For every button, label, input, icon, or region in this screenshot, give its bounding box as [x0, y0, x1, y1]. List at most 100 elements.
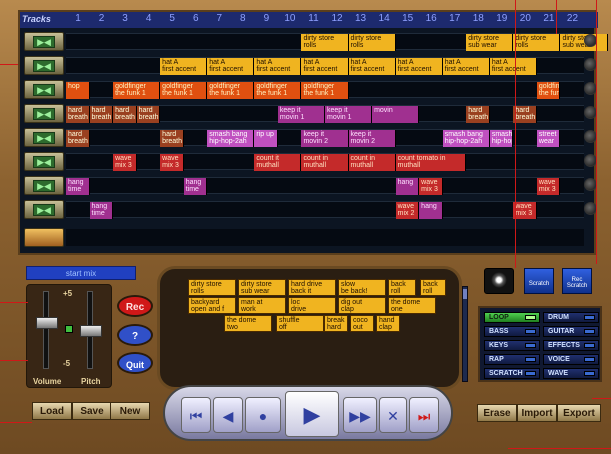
track-clip[interactable]: movin: [372, 106, 420, 123]
help-button[interactable]: ?: [117, 324, 153, 346]
sample-clip[interactable]: hand clap: [376, 315, 400, 332]
quit-button[interactable]: Quit: [117, 352, 153, 374]
track-clip[interactable]: hop: [66, 82, 90, 99]
track-clip[interactable]: smash bang hip-hop-2ah: [207, 130, 255, 147]
track-clip[interactable]: hang time: [183, 178, 208, 195]
track-clip[interactable]: goldfinger the funk 1: [160, 82, 208, 99]
track-clip[interactable]: wave mix 3: [113, 154, 137, 171]
add-track-button[interactable]: [24, 228, 64, 247]
track-clip[interactable]: hard breath: [513, 106, 537, 123]
track-mute-button[interactable]: ▶◀: [24, 104, 64, 123]
track-clip[interactable]: keep it movin 2: [301, 130, 349, 147]
track-clip[interactable]: goldfinger the funk 1: [254, 82, 302, 99]
rewind-button[interactable]: ◀: [213, 397, 243, 433]
track-mute-button[interactable]: ▶◀: [24, 32, 64, 51]
track-clip[interactable]: dirty store rolls: [348, 34, 396, 51]
scratch-button[interactable]: Scratch: [524, 268, 554, 294]
track-clip[interactable]: smash bang hip-hop: [489, 130, 514, 147]
track-clip[interactable]: hard breath: [66, 130, 90, 147]
turntable-icon[interactable]: [484, 268, 514, 294]
genre-button-bass[interactable]: BASS: [484, 326, 540, 337]
track-clip[interactable]: count tomato in muthall: [395, 154, 467, 171]
track-lane[interactable]: hang time hang time hang wave mix 3 wave mix…: [66, 177, 584, 195]
track-clip[interactable]: hard breath: [89, 106, 114, 123]
track-clip[interactable]: hat A first accent: [160, 58, 208, 75]
track-lane[interactable]: hard breath hard breath smash bang hip-hop…: [66, 129, 584, 147]
track-clip[interactable]: goldfinger the funk 1: [207, 82, 255, 99]
track-clip[interactable]: hang time: [66, 178, 90, 195]
track-lane[interactable]: hard breath hard breath hard breath hard br…: [66, 105, 584, 123]
track-clip[interactable]: wave mix 3: [419, 178, 443, 195]
sample-clip[interactable]: loc drive: [288, 297, 336, 314]
genre-button-guitar[interactable]: GUITAR: [543, 326, 599, 337]
track-clip[interactable]: hat A first accent: [442, 58, 490, 75]
sample-browser-scrollbar[interactable]: [462, 286, 468, 382]
stop-button[interactable]: ●: [245, 397, 281, 433]
sample-clip[interactable]: back roll: [420, 279, 446, 296]
pitch-slider-thumb[interactable]: [80, 325, 102, 337]
import-button[interactable]: Import: [517, 404, 557, 422]
genre-button-effects[interactable]: EFFECTS: [543, 340, 599, 351]
track-mute-button[interactable]: ▶◀: [24, 128, 64, 147]
track-mute-button[interactable]: ▶◀: [24, 200, 64, 219]
track-clip[interactable]: hat A first accent: [489, 58, 537, 75]
track-clip[interactable]: wave mix 2: [395, 202, 420, 219]
track-clip[interactable]: wave mix 3: [536, 178, 561, 195]
track-clip[interactable]: count in muthall: [301, 154, 349, 171]
track-clip[interactable]: hat A first accent: [348, 58, 396, 75]
sample-clip[interactable]: backyard open and f: [188, 297, 236, 314]
track-clip[interactable]: rip up: [254, 130, 278, 147]
sample-clip[interactable]: back roll: [388, 279, 416, 296]
track-clip[interactable]: hang: [395, 178, 420, 195]
track-clip[interactable]: count it muthall: [254, 154, 302, 171]
genre-button-rap[interactable]: RAP: [484, 354, 540, 365]
sample-clip[interactable]: man at work: [238, 297, 286, 314]
track-clip[interactable]: hat A first accent: [395, 58, 443, 75]
track-clip[interactable]: hat A first accent: [301, 58, 349, 75]
track-clip[interactable]: hard breath: [113, 106, 137, 123]
track-clip[interactable]: hat A first accent: [254, 58, 302, 75]
genre-button-voice[interactable]: VOICE: [543, 354, 599, 365]
track-clip[interactable]: dirty store rolls: [513, 34, 561, 51]
record-button[interactable]: Rec: [117, 295, 153, 317]
track-clip[interactable]: goldfinger the funk 1: [536, 82, 561, 99]
track-clip[interactable]: count in muthall: [348, 154, 396, 171]
sample-clip[interactable]: the dome one: [388, 297, 436, 314]
sample-clip[interactable]: the dome two: [224, 315, 272, 332]
genre-button-keys[interactable]: KEYS: [484, 340, 540, 351]
track-lane[interactable]: hang time wave mix 2 hang wave mix 3: [66, 201, 584, 219]
track-clip[interactable]: dirty store rolls: [301, 34, 349, 51]
rec-scratch-button[interactable]: Rec Scratch: [562, 268, 592, 294]
track-lane[interactable]: wave mix 3 wave mix 3 count it muthall coun…: [66, 153, 584, 171]
track-clip[interactable]: hang time: [89, 202, 114, 219]
sample-clip[interactable]: break hard: [324, 315, 348, 332]
sample-clip[interactable]: dirty store rolls: [188, 279, 236, 296]
volume-slider-thumb[interactable]: [36, 317, 58, 329]
track-clip[interactable]: wave mix 3: [513, 202, 537, 219]
genre-button-scratch[interactable]: SCRATCH: [484, 368, 540, 379]
save-button[interactable]: Save: [72, 402, 112, 420]
track-clip[interactable]: dirty store sub wear: [466, 34, 514, 51]
track-clip[interactable]: street wear: [536, 130, 561, 147]
go-to-start-button[interactable]: ⏮: [181, 397, 211, 433]
track-mute-button[interactable]: ▶◀: [24, 152, 64, 171]
track-clip[interactable]: keep it movin 1: [325, 106, 373, 123]
track-mute-button[interactable]: ▶◀: [24, 80, 64, 99]
track-lane[interactable]: hop goldfinger the funk 1 goldfinger the f…: [66, 81, 584, 99]
track-clip[interactable]: hard breath: [66, 106, 90, 123]
track-lane[interactable]: hat A first accent hat A first accent hat …: [66, 57, 584, 75]
load-button[interactable]: Load: [32, 402, 72, 420]
sample-clip[interactable]: coco out: [350, 315, 374, 332]
track-clip[interactable]: goldfinger the funk 1: [113, 82, 161, 99]
new-button[interactable]: New: [110, 402, 150, 420]
loop-button[interactable]: ✕: [379, 397, 407, 433]
sample-clip[interactable]: hard drive back it: [288, 279, 336, 296]
track-clip[interactable]: hat A first accent: [207, 58, 255, 75]
track-lane[interactable]: dirty store sub weardirty store rollsdir…: [66, 33, 608, 51]
track-clip[interactable]: hard breath: [160, 130, 184, 147]
forward-button[interactable]: ▶▶: [343, 397, 377, 433]
play-button[interactable]: ▶: [285, 391, 339, 437]
volume-slider-track[interactable]: [43, 291, 49, 369]
track-mute-button[interactable]: ▶◀: [24, 176, 64, 195]
track-clip[interactable]: wave mix 3: [160, 154, 184, 171]
